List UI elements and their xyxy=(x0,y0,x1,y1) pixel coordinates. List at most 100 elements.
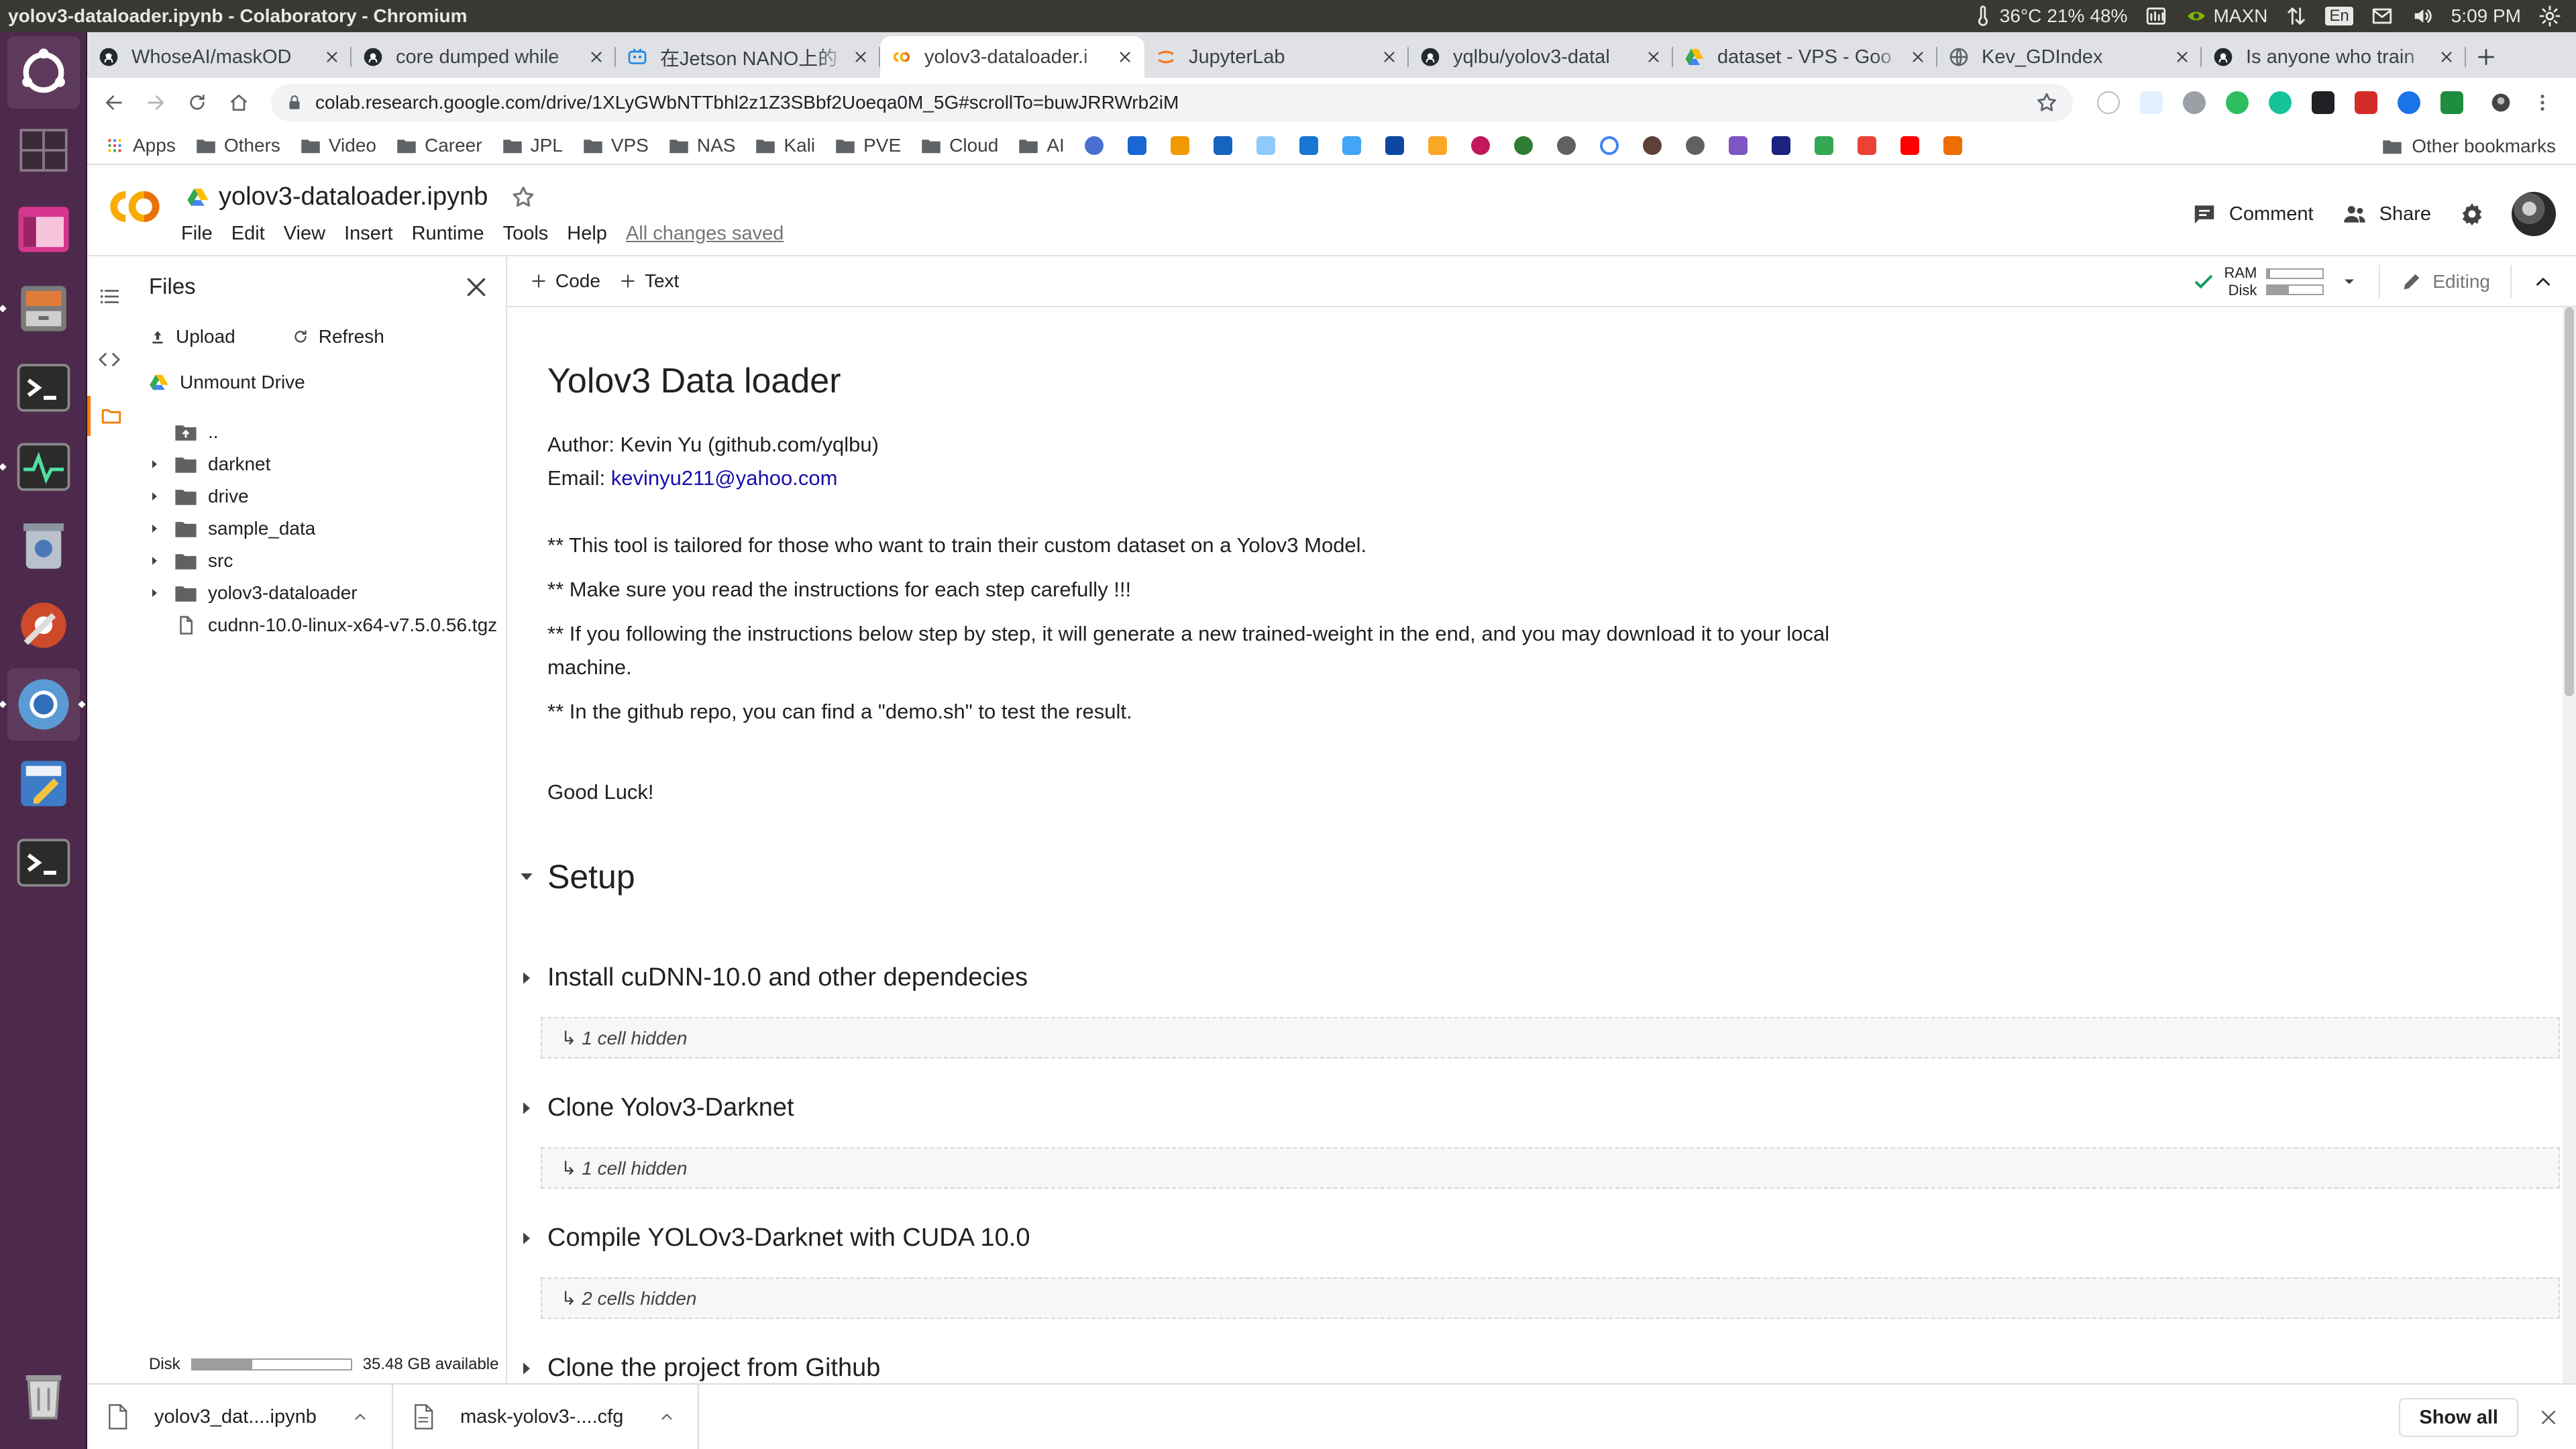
chrome-menu-button[interactable] xyxy=(2525,85,2560,120)
files-button[interactable] xyxy=(87,396,131,436)
editing-mode-button[interactable]: Editing xyxy=(2400,270,2490,293)
subsection-clone-darknet[interactable]: Clone Yolov3-Darknet xyxy=(517,1093,794,1122)
unmount-drive-button[interactable]: Unmount Drive xyxy=(149,372,305,393)
translate-extension-icon[interactable] xyxy=(2140,91,2163,114)
bookmark-v-icon[interactable] xyxy=(1127,136,1146,155)
mail-icon[interactable] xyxy=(2371,5,2394,28)
launcher-files-app[interactable] xyxy=(7,193,80,266)
bookmark-google-icon[interactable] xyxy=(1599,136,1619,155)
show-all-downloads-button[interactable]: Show all xyxy=(2399,1398,2518,1437)
download-item[interactable]: mask-yolov3-....cfg xyxy=(393,1384,699,1449)
notebook-title[interactable]: yolov3-dataloader.ipynb xyxy=(186,182,536,211)
notebook-scrollbar[interactable] xyxy=(2563,307,2576,1383)
launcher-ubuntu[interactable] xyxy=(7,36,80,109)
add-code-cell-button[interactable]: Code xyxy=(530,270,600,292)
browser-tab[interactable]: yqlbu/yolov3-datal xyxy=(1409,36,1673,78)
code-snippets-button[interactable] xyxy=(87,339,131,380)
bookmark-globe-icon[interactable] xyxy=(1556,136,1576,155)
address-bar[interactable]: colab.research.google.com/drive/1XLyGWbN… xyxy=(271,84,2073,121)
language-indicator[interactable]: En xyxy=(2325,7,2353,25)
resource-monitor[interactable]: RAM Disk xyxy=(2192,264,2359,299)
close-tab-icon[interactable] xyxy=(1116,48,1134,66)
close-tab-icon[interactable] xyxy=(323,48,341,66)
launcher-trash[interactable] xyxy=(7,1359,80,1432)
subsection-install-cudnn[interactable]: Install cuDNN-10.0 and other dependecies xyxy=(517,963,1028,992)
star-icon[interactable] xyxy=(511,184,536,210)
chevron-up-icon[interactable] xyxy=(352,1408,369,1426)
account-avatar[interactable] xyxy=(2512,192,2556,236)
colab-logo-icon[interactable] xyxy=(106,186,164,227)
menu-edit[interactable]: Edit xyxy=(231,223,265,245)
bookmark-folder[interactable]: Career xyxy=(396,135,482,156)
bookmark-folder[interactable]: AI xyxy=(1018,135,1065,156)
menu-file[interactable]: File xyxy=(181,223,213,245)
menu-insert[interactable]: Insert xyxy=(344,223,393,245)
comment-button[interactable]: Comment xyxy=(2192,201,2314,227)
scrollbar-thumb[interactable] xyxy=(2565,307,2574,696)
close-tab-icon[interactable] xyxy=(1381,48,1398,66)
vpn-extension-icon[interactable] xyxy=(2398,91,2420,114)
chevron-up-icon[interactable] xyxy=(658,1408,676,1426)
launcher-terminal[interactable] xyxy=(7,352,80,424)
subsection-compile-darknet[interactable]: Compile YOLOv3-Darknet with CUDA 10.0 xyxy=(517,1224,1030,1252)
close-tab-icon[interactable] xyxy=(588,48,605,66)
bookmark-gmail-icon[interactable] xyxy=(1857,136,1876,155)
menu-help[interactable]: Help xyxy=(567,223,607,245)
hidden-cells-indicator[interactable]: ↳ 1 cell hidden xyxy=(541,1017,2560,1059)
reload-button[interactable] xyxy=(180,85,215,120)
caret-right-icon[interactable] xyxy=(146,456,162,472)
close-tab-icon[interactable] xyxy=(2438,48,2455,66)
mask-extension-icon[interactable] xyxy=(2183,91,2206,114)
bookmark-drive-icon[interactable] xyxy=(1814,136,1833,155)
bookmark-dsm2-icon[interactable] xyxy=(1385,136,1404,155)
file-tree-item-file[interactable]: cudnn-10.0-linux-x64-v7.5.0.56.tgz xyxy=(131,609,507,641)
launcher-chromium[interactable] xyxy=(0,668,86,741)
counter-extension-icon[interactable] xyxy=(2440,91,2463,114)
close-tab-icon[interactable] xyxy=(1909,48,1927,66)
grammarly-extension-icon[interactable] xyxy=(2269,91,2292,114)
subsection-clone-project[interactable]: Clone the project from Github xyxy=(517,1354,880,1383)
bookmark-torrent-icon[interactable] xyxy=(1642,136,1662,155)
other-bookmarks[interactable]: Other bookmarks xyxy=(2382,127,2556,165)
browser-tab[interactable]: Is anyone who train xyxy=(2202,36,2466,78)
table-of-contents-button[interactable] xyxy=(87,276,131,317)
menu-runtime[interactable]: Runtime xyxy=(412,223,484,245)
bookmark-x-icon[interactable] xyxy=(1170,136,1189,155)
profile-button[interactable] xyxy=(2483,85,2518,120)
browser-tab[interactable]: core dumped while xyxy=(352,36,616,78)
bookmark-youtube-icon[interactable] xyxy=(1900,136,1919,155)
bookmark-raspberry-icon[interactable] xyxy=(1470,136,1490,155)
bookmark-folder[interactable]: Others xyxy=(196,135,280,156)
hidden-cells-indicator[interactable]: ↳ 1 cell hidden xyxy=(541,1147,2560,1189)
settings-button[interactable] xyxy=(2459,201,2485,227)
email-link[interactable]: kevinyu211@yahoo.com xyxy=(611,466,838,490)
file-tree-item-folder[interactable]: yolov3-dataloader xyxy=(131,577,507,609)
save-status[interactable]: All changes saved xyxy=(626,223,784,245)
bookmark-globe2-icon[interactable] xyxy=(1685,136,1705,155)
forward-button[interactable] xyxy=(138,85,173,120)
system-monitor-icon[interactable] xyxy=(2145,5,2167,28)
home-button[interactable] xyxy=(221,85,256,120)
launcher-trash-app[interactable] xyxy=(7,510,80,582)
browser-tab[interactable]: Kev_GDIndex xyxy=(1937,36,2202,78)
menu-view[interactable]: View xyxy=(284,223,325,245)
bookmark-star-icon[interactable] xyxy=(2035,91,2058,114)
download-item[interactable]: yolov3_dat....ipynb xyxy=(87,1384,393,1449)
volume-icon[interactable] xyxy=(2411,5,2434,28)
file-tree-item-folder[interactable]: drive xyxy=(131,480,507,513)
caret-right-icon[interactable] xyxy=(146,553,162,569)
settings-gear-icon[interactable] xyxy=(2538,5,2561,28)
new-tab-button[interactable] xyxy=(2466,36,2506,78)
bookmark-folder[interactable]: Kali xyxy=(755,135,815,156)
bookmark-triangle-icon[interactable] xyxy=(1728,136,1748,155)
launcher-system-monitor[interactable] xyxy=(0,431,80,503)
dropdown-arrow-icon[interactable] xyxy=(2340,272,2359,291)
collapse-header-icon[interactable] xyxy=(2532,270,2555,293)
bookmark-folder[interactable]: Video xyxy=(301,135,376,156)
bookmark-folder[interactable]: NAS xyxy=(669,135,735,156)
file-tree-item-folder[interactable]: sample_data xyxy=(131,513,507,545)
close-tab-icon[interactable] xyxy=(852,48,869,66)
lastpass-extension-icon[interactable] xyxy=(2355,91,2377,114)
cloud-extension-icon[interactable] xyxy=(2097,91,2120,114)
bookmark-gear-icon[interactable] xyxy=(1084,136,1104,155)
